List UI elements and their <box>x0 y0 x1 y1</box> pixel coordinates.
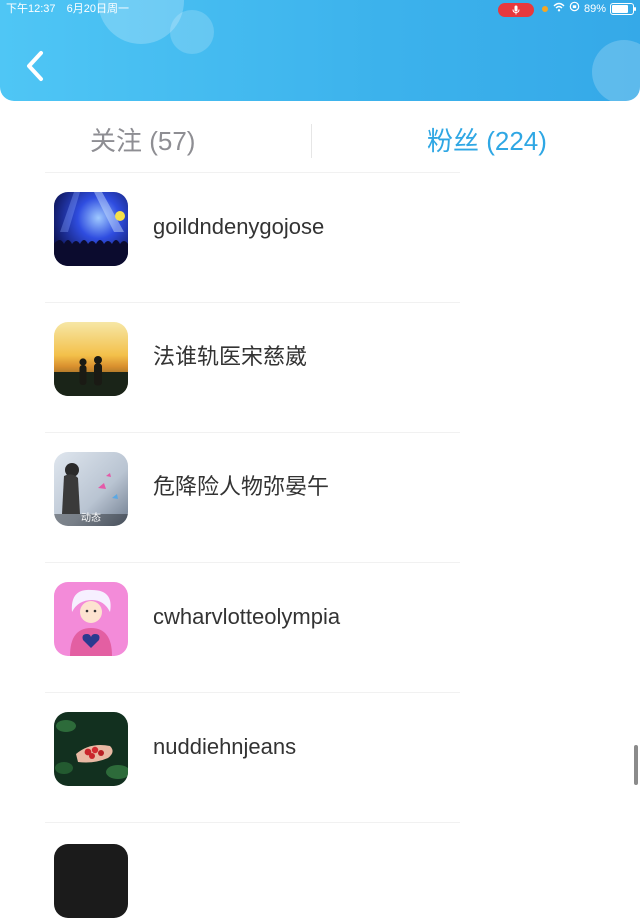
battery-fill <box>612 5 629 13</box>
avatar <box>54 192 128 266</box>
fan-username: 法谁轨医宋慈崴 <box>153 344 308 369</box>
privacy-dot-icon <box>541 6 548 12</box>
lock-rotation-icon <box>569 0 580 18</box>
tab-following[interactable]: 关注 (57) <box>90 112 195 170</box>
top-header: 下午12:37 6月20日周一 89% <box>0 0 640 101</box>
status-time: 下午12:37 <box>6 3 56 15</box>
mic-icon <box>497 3 534 17</box>
list-item[interactable]: cwharvlotteolympia <box>0 560 640 690</box>
cartoon-girl-heart-image <box>54 582 128 656</box>
chevron-left-icon <box>27 51 43 81</box>
divider <box>45 822 460 823</box>
fan-username: goildndenygojose <box>153 214 325 239</box>
decor-bubble <box>592 40 640 101</box>
concert-crowd-image <box>54 192 128 266</box>
fan-username: 危降险人物弥晏午 <box>153 474 330 499</box>
list-item[interactable]: goildndenygojose <box>0 170 640 300</box>
avatar-partial <box>54 844 128 918</box>
battery-percent: 89% <box>583 3 606 15</box>
list-item[interactable]: 动态 危降险人物弥晏午 <box>0 430 640 560</box>
scrollbar[interactable] <box>634 745 638 785</box>
avatar-badge: 动态 <box>81 513 101 524</box>
fan-username: nuddiehnjeans <box>153 734 297 759</box>
tab-fans[interactable]: 粉丝 (224) <box>427 112 547 170</box>
strawberries-hands-image <box>54 712 128 786</box>
wifi-icon <box>553 0 565 18</box>
tab-divider <box>311 124 312 158</box>
fan-username: cwharvlotteolympia <box>153 604 341 629</box>
avatar <box>54 712 128 786</box>
list-item[interactable]: nuddiehnjeans <box>0 690 640 820</box>
avatar <box>54 582 128 656</box>
status-bar: 下午12:37 6月20日周一 89% <box>0 0 640 18</box>
battery-icon <box>610 3 636 15</box>
avatar: 动态 <box>54 452 128 526</box>
back-button[interactable] <box>22 48 50 84</box>
sunset-couple-image <box>54 322 128 396</box>
avatar <box>54 322 128 396</box>
tab-bar: 关注 (57) 粉丝 (224) <box>0 112 640 170</box>
status-date: 6月20日周一 <box>66 3 129 15</box>
list-item[interactable]: 法谁轨医宋慈崴 <box>0 300 640 430</box>
